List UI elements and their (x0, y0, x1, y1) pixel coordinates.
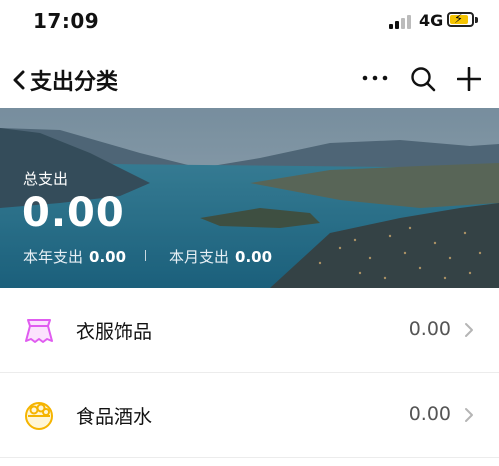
page-title: 支出分类 (30, 70, 119, 95)
category-amount: 0.00 (408, 318, 451, 340)
summary-banner: 总支出 0.00 本年支出 0.00 本月支出 0.00 (0, 108, 499, 288)
total-expense-amount: 0.00 (22, 190, 125, 236)
clothing-icon (25, 319, 53, 343)
food-icon (25, 402, 53, 430)
category-list: 衣服饰品 0.00 食品酒水 0.00 (0, 288, 499, 458)
chevron-right-icon (465, 408, 473, 422)
more-icon[interactable] (361, 72, 389, 84)
network-type: 4G (419, 11, 444, 30)
year-expense-value: 0.00 (89, 248, 127, 266)
year-expense-label: 本年支出 (23, 248, 84, 266)
month-expense: 本月支出 0.00 (169, 246, 272, 267)
category-item-clothing[interactable]: 衣服饰品 0.00 (0, 288, 499, 373)
category-label: 衣服饰品 (76, 321, 153, 343)
divider (145, 250, 146, 261)
chevron-right-icon (465, 323, 473, 337)
month-expense-label: 本月支出 (169, 248, 230, 266)
add-icon[interactable] (457, 67, 481, 91)
status-bar: 17:09 4G ⚡ (0, 0, 499, 44)
battery-tip (475, 17, 478, 23)
search-icon[interactable] (410, 66, 436, 92)
category-label: 食品酒水 (76, 406, 153, 428)
year-expense: 本年支出 0.00 (23, 246, 126, 267)
category-amount: 0.00 (408, 403, 451, 425)
total-expense-label: 总支出 (23, 170, 69, 188)
nav-bar: 支出分类 (0, 50, 499, 106)
category-item-food[interactable]: 食品酒水 0.00 (0, 373, 499, 458)
back-icon[interactable] (10, 70, 30, 90)
cellular-signal-icon (389, 14, 413, 29)
battery-icon: ⚡ (447, 12, 474, 27)
status-time: 17:09 (33, 9, 100, 33)
month-expense-value: 0.00 (235, 248, 273, 266)
